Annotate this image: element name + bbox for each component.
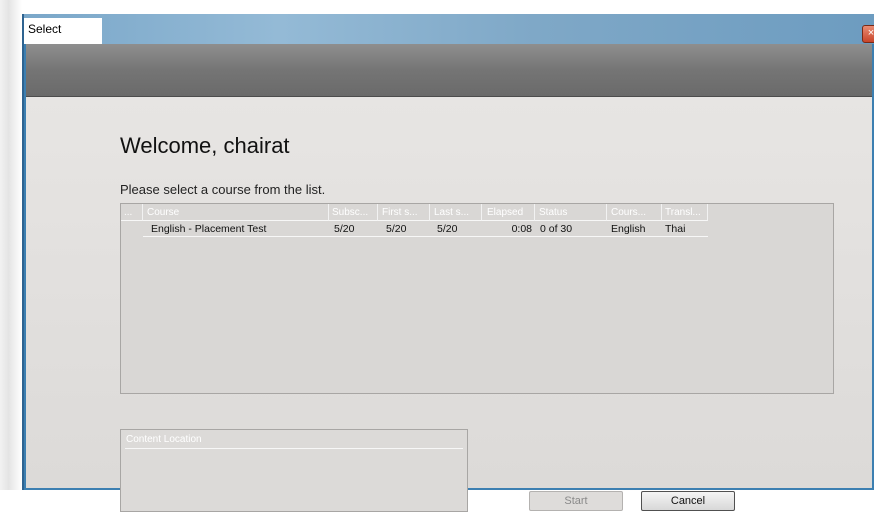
content-location-divider: [125, 448, 463, 449]
desktop-background: [0, 0, 22, 490]
course-list[interactable]: ... Course Subsc... First s... Last s...…: [120, 203, 834, 394]
cell-subscribed: 5/20: [329, 221, 378, 237]
close-icon[interactable]: ×: [862, 25, 874, 43]
title-bar: Select ×: [24, 14, 874, 44]
column-header-elapsed[interactable]: Elapsed: [482, 204, 535, 221]
cell-course-language: English: [607, 221, 662, 237]
client-area: Welcome, chairat Please select a course …: [26, 44, 872, 512]
column-header-translation[interactable]: Transl...: [662, 204, 708, 221]
cell-first: 5/20: [378, 221, 430, 237]
column-header-course[interactable]: Course: [143, 204, 329, 221]
content-location-label: Content Location: [126, 434, 202, 445]
start-button[interactable]: Start: [529, 491, 623, 511]
column-header-index[interactable]: ...: [121, 204, 143, 221]
cell-course: English - Placement Test: [143, 221, 329, 237]
content-panel: Welcome, chairat Please select a course …: [26, 97, 872, 512]
content-location-box: Content Location: [120, 429, 468, 512]
header-band: [26, 44, 872, 97]
cancel-button[interactable]: Cancel: [641, 491, 735, 511]
course-list-header: ... Course Subsc... First s... Last s...…: [121, 204, 833, 221]
select-window: Select × Welcome, chairat Please select …: [22, 14, 874, 512]
column-header-subscribed[interactable]: Subsc...: [329, 204, 378, 221]
cell-translation: Thai: [662, 221, 708, 237]
column-header-last[interactable]: Last s...: [430, 204, 482, 221]
cell-last: 5/20: [430, 221, 482, 237]
cell-elapsed: 0:08: [482, 221, 535, 237]
welcome-heading: Welcome, chairat: [120, 133, 290, 158]
column-header-status[interactable]: Status: [535, 204, 607, 221]
column-header-course-language[interactable]: Cours...: [607, 204, 662, 221]
instruction-text: Please select a course from the list.: [120, 182, 326, 197]
window-title: Select: [24, 18, 102, 44]
cell-status: 0 of 30: [535, 221, 607, 237]
column-header-first[interactable]: First s...: [378, 204, 430, 221]
table-row[interactable]: English - Placement Test 5/20 5/20 5/20 …: [121, 221, 833, 237]
